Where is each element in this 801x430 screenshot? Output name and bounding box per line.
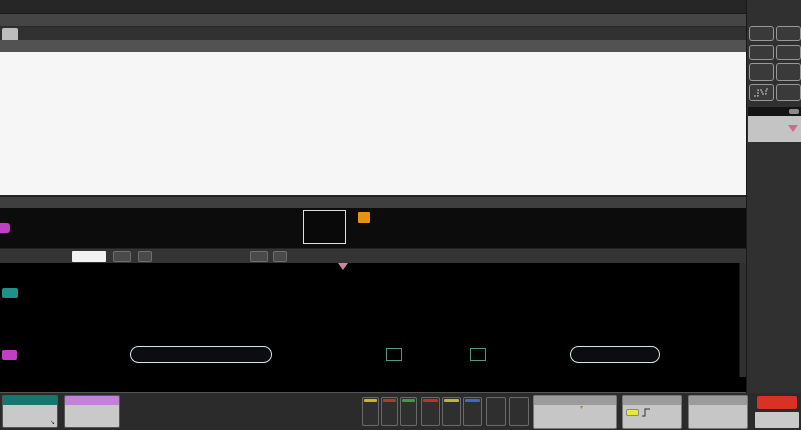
cursors-button[interactable] <box>749 26 774 41</box>
decode-ellipsis-box <box>386 348 402 361</box>
bus-decode-titlebar <box>0 14 746 27</box>
horizontal-zoom-scale-input[interactable] <box>72 251 106 262</box>
trigger-position-icon: ▾ <box>580 405 583 411</box>
horizontal-zoom-reset-button[interactable] <box>138 251 152 262</box>
callout-button[interactable] <box>776 26 801 41</box>
add-channel1-button[interactable] <box>362 397 379 426</box>
horizontal-settings-panel[interactable]: ▾ <box>533 395 617 429</box>
channel2-chip-title <box>3 396 57 405</box>
overview-bursts <box>0 208 746 248</box>
time-axis <box>0 377 746 393</box>
acquisition-settings-panel[interactable] <box>688 395 748 429</box>
search-event-marker-icon <box>338 263 348 270</box>
bus1-badge[interactable] <box>2 350 17 360</box>
decode-eof-bubble <box>570 346 660 363</box>
horizontal-zoom-stepper[interactable] <box>113 251 131 262</box>
zoom-selection-box[interactable] <box>303 210 346 244</box>
channel2-badge[interactable] <box>2 288 18 298</box>
search-button[interactable] <box>776 45 801 60</box>
bottom-bar: ↘ ▾ <box>0 393 801 430</box>
results-table-button[interactable] <box>749 63 774 81</box>
rising-edge-icon <box>641 408 651 417</box>
add-new-math-button[interactable] <box>421 397 440 426</box>
results-table-body <box>0 52 746 195</box>
decode-priority-identifier-bubble <box>130 346 272 363</box>
menu-bar <box>0 0 746 14</box>
zoomed-waveform-area[interactable] <box>0 263 746 377</box>
probe-icon: ↘ <box>50 420 55 428</box>
bus1-chip-title <box>65 396 119 405</box>
plot-button[interactable] <box>776 63 801 81</box>
search1-panel-body[interactable] <box>748 116 801 142</box>
bus-position-marker <box>0 223 10 233</box>
add-new-ref-button[interactable] <box>442 397 461 426</box>
search1-panel-header[interactable] <box>748 107 801 116</box>
search-panel-badge <box>789 109 799 114</box>
trigger-marker[interactable] <box>358 212 370 223</box>
zoom-control-bar <box>0 248 746 263</box>
vertical-zoom-stepper[interactable] <box>250 251 268 262</box>
afg-button[interactable] <box>509 397 529 426</box>
results-table-header <box>0 40 746 52</box>
search-marker-color-icon <box>788 125 798 132</box>
add-channel4-button[interactable] <box>400 397 417 426</box>
waveform-scrollbar[interactable] <box>739 263 746 377</box>
tab-bus1-can[interactable] <box>2 28 18 40</box>
dvm-button[interactable] <box>486 397 506 426</box>
oscilloscope-app: ↘ ▾ <box>0 0 801 430</box>
waveform-overview-strip[interactable] <box>0 208 746 248</box>
channel2-settings-badge[interactable]: ↘ <box>2 395 58 428</box>
histogram-icon-button[interactable] <box>749 84 774 101</box>
datetime-display <box>755 412 799 428</box>
vertical-zoom-reset-button[interactable] <box>273 251 287 262</box>
trigger-source-badge <box>626 409 639 416</box>
add-channel3-button[interactable] <box>381 397 398 426</box>
decode-ellipsis-box <box>470 348 486 361</box>
bus1-settings-badge[interactable] <box>64 395 120 428</box>
measure-button[interactable] <box>749 45 774 60</box>
waveform-view-titlebar <box>0 196 746 208</box>
add-new-bus-button[interactable] <box>463 397 482 426</box>
right-sidebar <box>746 0 801 393</box>
preview-button[interactable] <box>757 396 797 409</box>
histogram-icon <box>753 87 770 98</box>
bus-decode-tabrow <box>0 27 746 40</box>
trigger-settings-panel[interactable] <box>622 395 682 429</box>
more-button[interactable] <box>776 84 801 101</box>
